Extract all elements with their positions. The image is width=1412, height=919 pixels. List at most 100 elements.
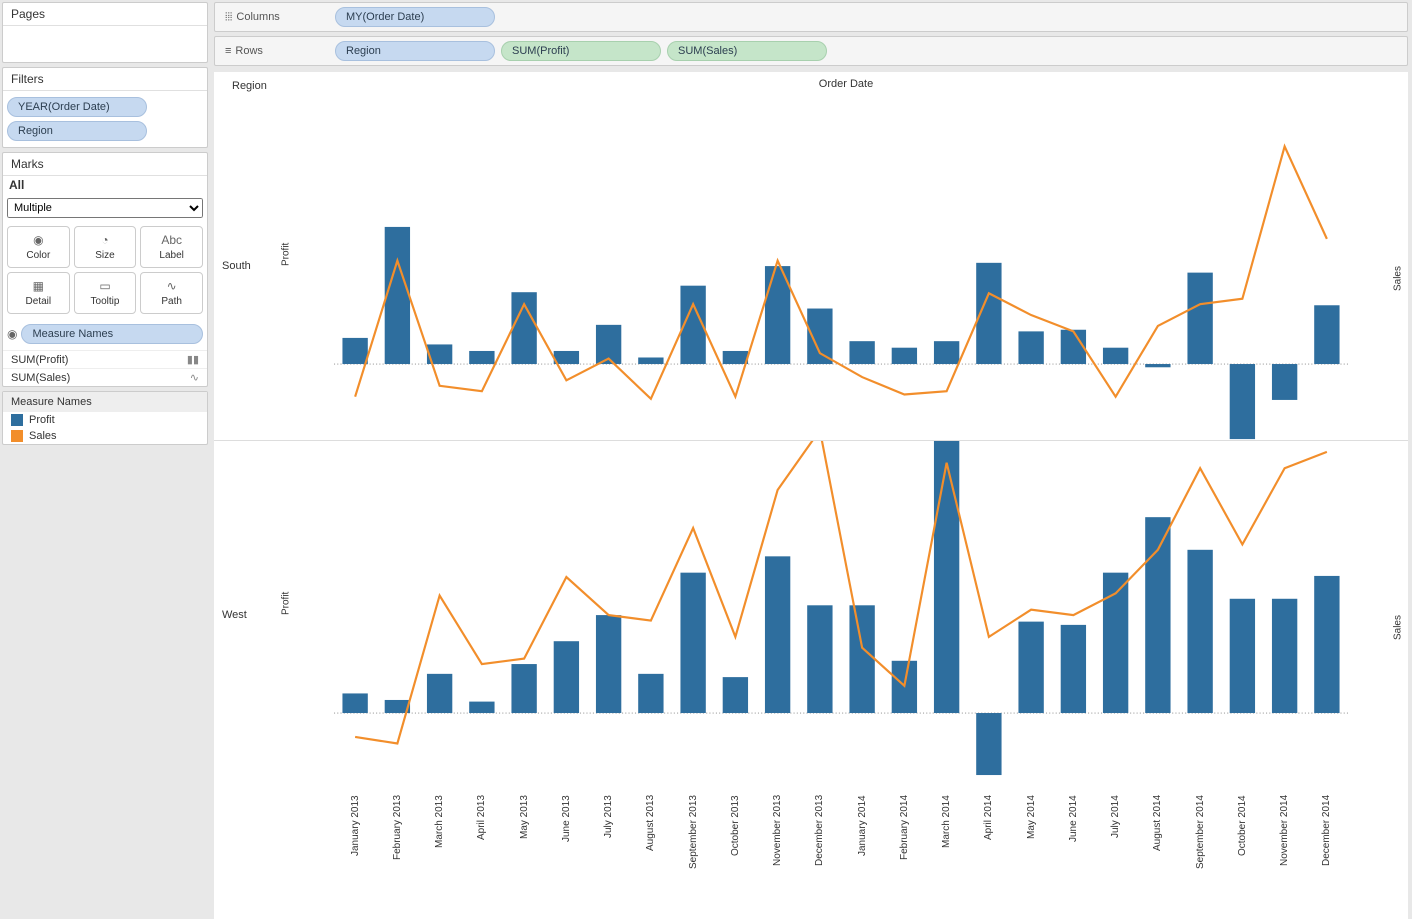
marks-tooltip-button[interactable]: ▭Tooltip [74, 272, 137, 314]
x-axis-tick-label: March 2013 [434, 789, 445, 919]
profit-bar[interactable] [1314, 305, 1339, 364]
rows-shelf[interactable]: ≡Rows Region SUM(Profit) SUM(Sales) [214, 36, 1408, 66]
x-axis-tick-label: April 2014 [983, 789, 994, 919]
x-axis-tick-label: September 2014 [1195, 789, 1206, 919]
legend-swatch-profit [11, 414, 23, 426]
marks-color-button[interactable]: ◉Color [7, 226, 70, 268]
sidebar: Pages Filters YEAR(Order Date) Region Ma… [0, 0, 210, 888]
profit-bar[interactable] [1187, 550, 1212, 713]
profit-bar[interactable] [807, 605, 832, 713]
marks-path-button[interactable]: ∿Path [140, 272, 203, 314]
profit-bar[interactable] [849, 341, 874, 364]
profit-bar[interactable] [1187, 273, 1212, 364]
profit-bar[interactable] [1145, 364, 1170, 367]
marks-detail-button[interactable]: ▦Detail [7, 272, 70, 314]
profit-bar[interactable] [469, 702, 494, 713]
x-axis-tick-label: July 2014 [1110, 789, 1121, 919]
x-axis-tick-label: June 2013 [561, 789, 572, 919]
profit-bar[interactable] [554, 641, 579, 713]
marks-all-label: All [3, 176, 207, 194]
pages-title: Pages [3, 3, 207, 26]
line-icon: ∿ [190, 371, 199, 384]
legend-item-profit[interactable]: Profit [3, 412, 207, 428]
profit-bar[interactable] [1061, 625, 1086, 713]
size-icon: ◔ [77, 233, 134, 247]
profit-bar[interactable] [1230, 364, 1255, 439]
legend-item-sales[interactable]: Sales [3, 428, 207, 444]
x-axis-tick-label: September 2013 [688, 789, 699, 919]
rows-pill-region[interactable]: Region [335, 41, 495, 61]
profit-bar[interactable] [723, 351, 748, 364]
marks-size-button[interactable]: ◔Size [74, 226, 137, 268]
measure-profit-row[interactable]: SUM(Profit) ▮▮ [3, 350, 207, 368]
columns-label: Columns [236, 11, 279, 23]
profit-bar[interactable] [765, 557, 790, 714]
profit-bar[interactable] [976, 713, 1001, 775]
columns-pill-orderdate[interactable]: MY(Order Date) [335, 7, 495, 27]
region-row-label: South [214, 92, 284, 440]
profit-bar[interactable] [723, 677, 748, 713]
rows-pill-sales[interactable]: SUM(Sales) [667, 41, 827, 61]
chart-row: SouthProfitSales-2K0K2K4K6K8K0K10K20K30K [214, 92, 1408, 441]
profit-bar[interactable] [1314, 576, 1339, 713]
filters-shelf[interactable]: Filters YEAR(Order Date) Region [2, 67, 208, 148]
pages-shelf[interactable]: Pages [2, 2, 208, 63]
profit-bar[interactable] [596, 615, 621, 713]
filters-title: Filters [3, 68, 207, 91]
profit-bar[interactable] [892, 348, 917, 364]
profit-bar[interactable] [1018, 622, 1043, 713]
profit-bar[interactable] [1272, 599, 1297, 713]
profit-bar[interactable] [469, 351, 494, 364]
columns-icon: ⦙⦙⦙ [225, 11, 232, 24]
chart-svg: -2K0K2K4K6K8K0K10K20K30K [334, 92, 1348, 440]
profit-bar[interactable] [1145, 517, 1170, 713]
measure-sales-row[interactable]: SUM(Sales) ∿ [3, 368, 207, 386]
profit-bar[interactable] [680, 573, 705, 713]
profit-bar[interactable] [342, 338, 367, 364]
x-axis-tick-label: August 2013 [645, 789, 656, 919]
x-axis-tick-label: October 2014 [1237, 789, 1248, 919]
profit-bar[interactable] [638, 357, 663, 364]
marks-title: Marks [3, 153, 207, 176]
profit-bar[interactable] [934, 441, 959, 713]
x-axis-tick-label: February 2013 [392, 789, 403, 919]
label-icon: Abc [143, 233, 200, 247]
profit-bar[interactable] [638, 674, 663, 713]
rows-pill-profit[interactable]: SUM(Profit) [501, 41, 661, 61]
tooltip-icon: ▭ [77, 279, 134, 293]
profit-bar[interactable] [1103, 348, 1128, 364]
x-axis-tick-label: November 2013 [772, 789, 783, 919]
profit-bar[interactable] [934, 341, 959, 364]
columns-shelf[interactable]: ⦙⦙⦙ Columns MY(Order Date) [214, 2, 1408, 32]
marks-type-select[interactable]: Multiple [7, 198, 203, 218]
legend-card: Measure Names Profit Sales [2, 391, 208, 445]
color-icon: ◉ [10, 233, 67, 247]
profit-bar[interactable] [511, 664, 536, 713]
x-axis-tick-label: November 2014 [1279, 789, 1290, 919]
x-axis-tick-label: December 2014 [1321, 789, 1332, 919]
color-icon: ◉ [7, 327, 17, 341]
filter-pill-year[interactable]: YEAR(Order Date) [7, 97, 147, 117]
profit-bar[interactable] [1018, 331, 1043, 364]
profit-bar[interactable] [342, 694, 367, 714]
profit-bar[interactable] [385, 227, 410, 364]
bars-icon: ▮▮ [187, 353, 199, 366]
x-axis-tick-label: May 2013 [519, 789, 530, 919]
profit-bar[interactable] [554, 351, 579, 364]
x-axis-tick-label: December 2013 [814, 789, 825, 919]
profit-bar[interactable] [849, 605, 874, 713]
x-axis-tick-label: July 2013 [603, 789, 614, 919]
filter-pill-region[interactable]: Region [7, 121, 147, 141]
chart-row: WestProfitSales-2K0K2K4K6K8K0K10K20K30K [214, 441, 1408, 789]
profit-bar[interactable] [427, 674, 452, 713]
legend-swatch-sales [11, 430, 23, 442]
sales-line[interactable] [355, 441, 1327, 743]
x-axis-tick-label: February 2014 [899, 789, 910, 919]
x-axis-tick-label: January 2014 [857, 789, 868, 919]
profit-bar[interactable] [1230, 599, 1255, 713]
profit-bar[interactable] [1272, 364, 1297, 400]
sales-line[interactable] [355, 146, 1327, 398]
marks-color-pill[interactable]: Measure Names [21, 324, 203, 344]
main-area: ⦙⦙⦙ Columns MY(Order Date) ≡Rows Region S… [210, 0, 1412, 888]
marks-label-button[interactable]: AbcLabel [140, 226, 203, 268]
